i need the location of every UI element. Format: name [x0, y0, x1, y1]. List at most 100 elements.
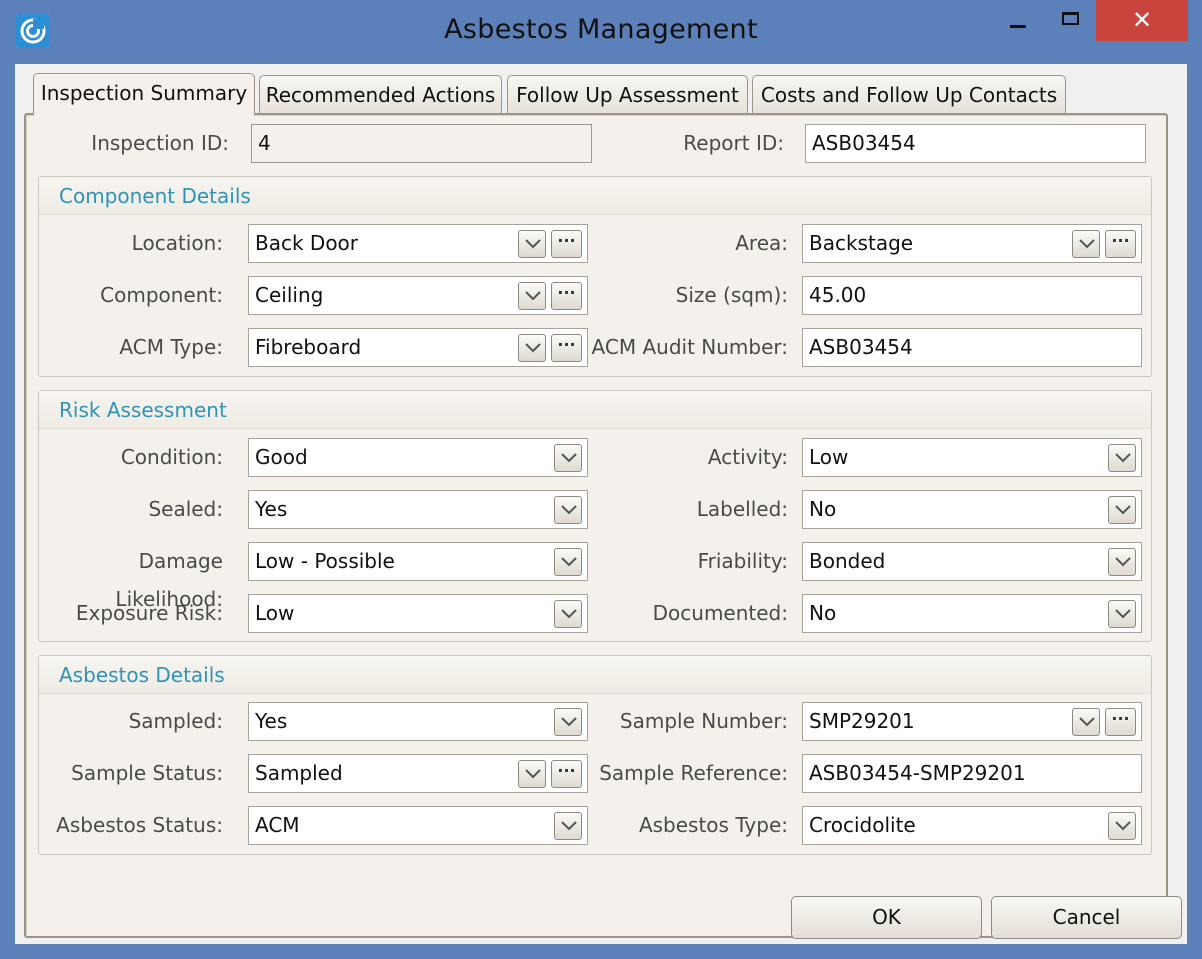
tab-label: Inspection Summary	[40, 81, 248, 105]
tab-label: Recommended Actions	[265, 83, 496, 107]
location-label: Location:	[131, 231, 223, 255]
sample-reference-value: ASB03454-SMP29201	[809, 761, 1026, 785]
sample-reference-field[interactable]: ASB03454-SMP29201	[802, 754, 1142, 793]
chevron-down-icon[interactable]	[554, 548, 582, 576]
report-id-label: Report ID:	[683, 131, 784, 155]
documented-select[interactable]: No	[802, 594, 1142, 633]
report-id-field[interactable]: ASB03454	[805, 124, 1146, 163]
location-value: Back Door	[255, 231, 359, 255]
size-field[interactable]: 45.00	[802, 276, 1142, 315]
asbestos-status-label: Asbestos Status:	[56, 813, 223, 837]
cancel-button[interactable]: Cancel	[991, 896, 1182, 939]
sealed-label: Sealed:	[148, 497, 223, 521]
sample-number-label: Sample Number:	[619, 709, 788, 733]
tab-follow-up-assessment[interactable]: Follow Up Assessment	[507, 75, 748, 115]
chevron-down-icon[interactable]	[1072, 230, 1100, 258]
tab-costs-contacts[interactable]: Costs and Follow Up Contacts	[752, 75, 1066, 115]
location-combo[interactable]: Back Door ···	[248, 224, 588, 263]
ok-button[interactable]: OK	[791, 896, 982, 939]
sealed-value: Yes	[255, 497, 288, 521]
sample-status-combo[interactable]: Sampled ···	[248, 754, 588, 793]
asbestos-type-select[interactable]: Crocidolite	[802, 806, 1142, 845]
area-combo[interactable]: Backstage ···	[802, 224, 1142, 263]
close-icon: ✕	[1131, 6, 1153, 34]
activity-select[interactable]: Low	[802, 438, 1142, 477]
chevron-down-icon[interactable]	[554, 708, 582, 736]
sample-number-value: SMP29201	[809, 709, 915, 733]
tab-label: Follow Up Assessment	[516, 83, 739, 107]
friability-select[interactable]: Bonded	[802, 542, 1142, 581]
exposure-risk-select[interactable]: Low	[248, 594, 588, 633]
group-header: Asbestos Details	[39, 656, 1151, 694]
condition-select[interactable]: Good	[248, 438, 588, 477]
ellipsis-button[interactable]: ···	[551, 282, 582, 310]
group-title: Risk Assessment	[59, 398, 227, 422]
component-label: Component:	[100, 283, 223, 307]
chevron-down-icon[interactable]	[554, 812, 582, 840]
chevron-down-icon[interactable]	[554, 496, 582, 524]
ellipsis-button[interactable]: ···	[551, 760, 582, 788]
friability-value: Bonded	[809, 549, 886, 573]
chevron-down-icon[interactable]	[1108, 600, 1136, 628]
tab-inspection-summary[interactable]: Inspection Summary	[33, 73, 255, 118]
group-title: Asbestos Details	[59, 663, 225, 687]
sealed-select[interactable]: Yes	[248, 490, 588, 529]
chevron-down-icon[interactable]	[518, 760, 546, 788]
size-label: Size (sqm):	[675, 283, 788, 307]
asbestos-type-value: Crocidolite	[809, 813, 916, 837]
minimize-icon	[1010, 25, 1026, 28]
asbestos-status-select[interactable]: ACM	[248, 806, 588, 845]
minimize-button[interactable]	[996, 0, 1040, 40]
damage-likelihood-value: Low - Possible	[255, 549, 395, 573]
documented-label: Documented:	[652, 601, 788, 625]
acm-audit-label: ACM Audit Number:	[591, 335, 788, 359]
acm-type-combo[interactable]: Fibreboard ···	[248, 328, 588, 367]
activity-value: Low	[809, 445, 849, 469]
damage-likelihood-select[interactable]: Low - Possible	[248, 542, 588, 581]
chevron-down-icon[interactable]	[554, 600, 582, 628]
chevron-down-icon[interactable]	[1108, 496, 1136, 524]
chevron-down-icon[interactable]	[554, 444, 582, 472]
maximize-icon	[1062, 12, 1079, 25]
chevron-down-icon[interactable]	[518, 230, 546, 258]
damage-likelihood-label: Damage Likelihood:	[115, 549, 223, 611]
friability-label: Friability:	[697, 549, 788, 573]
sample-number-combo[interactable]: SMP29201 ···	[802, 702, 1142, 741]
chevron-down-icon[interactable]	[518, 334, 546, 362]
inspection-id-label: Inspection ID:	[91, 131, 229, 155]
labelled-select[interactable]: No	[802, 490, 1142, 529]
sampled-select[interactable]: Yes	[248, 702, 588, 741]
area-label: Area:	[735, 231, 788, 255]
group-header: Component Details	[39, 177, 1151, 215]
chevron-down-icon[interactable]	[518, 282, 546, 310]
tab-recommended-actions[interactable]: Recommended Actions	[259, 75, 502, 115]
asbestos-details-group: Asbestos Details Sampled: Yes Sample Num…	[38, 655, 1152, 855]
chevron-down-icon[interactable]	[1072, 708, 1100, 736]
ellipsis-button[interactable]: ···	[551, 230, 582, 258]
chevron-down-icon[interactable]	[1108, 812, 1136, 840]
ellipsis-button[interactable]: ···	[551, 334, 582, 362]
dialog-client-area: Inspection Summary Recommended Actions F…	[15, 64, 1187, 944]
sample-status-label: Sample Status:	[71, 761, 223, 785]
component-combo[interactable]: Ceiling ···	[248, 276, 588, 315]
sample-status-value: Sampled	[255, 761, 343, 785]
acm-audit-field[interactable]: ASB03454	[802, 328, 1142, 367]
labelled-value: No	[809, 497, 837, 521]
sampled-value: Yes	[255, 709, 288, 733]
acm-type-label: ACM Type:	[119, 335, 223, 359]
acm-type-value: Fibreboard	[255, 335, 362, 359]
condition-label: Condition:	[120, 445, 223, 469]
acm-audit-value: ASB03454	[809, 335, 913, 359]
ellipsis-button[interactable]: ···	[1105, 230, 1136, 258]
ellipsis-button[interactable]: ···	[1105, 708, 1136, 736]
component-details-group: Component Details Location: Back Door ··…	[38, 176, 1152, 377]
maximize-button[interactable]	[1050, 0, 1092, 40]
tab-label: Costs and Follow Up Contacts	[760, 83, 1058, 107]
close-button[interactable]: ✕	[1096, 0, 1188, 41]
component-value: Ceiling	[255, 283, 324, 307]
chevron-down-icon[interactable]	[1108, 444, 1136, 472]
group-header: Risk Assessment	[39, 391, 1151, 429]
inspection-id-field[interactable]: 4	[251, 124, 592, 163]
exposure-risk-value: Low	[255, 601, 295, 625]
chevron-down-icon[interactable]	[1108, 548, 1136, 576]
